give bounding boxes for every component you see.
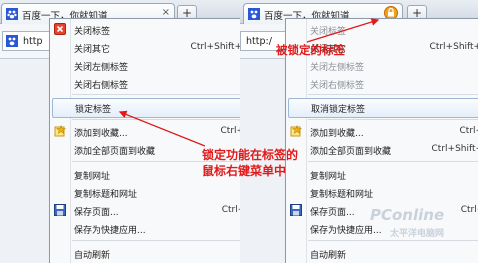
favorite-star-icon — [290, 125, 302, 137]
menu-separator — [72, 119, 240, 120]
tab-context-menu: 关闭标签 关闭其它 Ctrl+Shift+W 关闭左侧标签 关闭右侧标签 锁定标… — [49, 18, 240, 263]
menu-item-close-others[interactable]: 关闭其它 Ctrl+Shift+W — [50, 38, 240, 56]
menu-item-close-left[interactable]: 关闭左侧标签 — [50, 56, 240, 74]
watermark-sub: 太平洋电脑网 — [390, 229, 445, 239]
menu-item-auto-refresh[interactable]: 自动刷新 — [286, 244, 478, 262]
baidu-favicon-icon — [248, 8, 260, 20]
menu-item-auto-refresh[interactable]: 自动刷新 ▶ — [50, 244, 240, 262]
left-browser-pane: 百度一下，你就知道 × + http 关闭标签 关闭其它 Ctrl+Shift+ — [0, 0, 240, 263]
menu-item-copy-title-url[interactable]: 复制标题和网址 — [286, 183, 478, 201]
menu-item-add-favorite[interactable]: 添加到收藏... Ctrl+D — [286, 122, 478, 140]
menu-item-copy-url[interactable]: 复制网址 — [286, 165, 478, 183]
menu-item-save-as-app[interactable]: 保存为快捷应用... — [50, 219, 240, 237]
menu-item-close-tab[interactable]: 关闭标签 — [286, 20, 478, 38]
menu-item-lock-tab[interactable]: 锁定标签 — [52, 98, 240, 118]
tab-close-icon[interactable]: × — [162, 7, 170, 18]
url-text: http:/ — [246, 36, 272, 47]
floppy-disk-icon — [290, 204, 302, 216]
favorite-star-icon — [54, 125, 66, 137]
menu-separator — [72, 240, 240, 241]
annotation-menu-line2: 鼠标右键菜单中 — [202, 164, 287, 178]
menu-item-add-all-favorites[interactable]: 添加全部页面到收藏 Ctrl+Shift+D — [286, 140, 478, 158]
menu-item-copy-title-url[interactable]: 复制标题和网址 — [50, 183, 240, 201]
close-tab-icon — [54, 23, 66, 35]
menu-item-unlock-tab[interactable]: 取消锁定标签 — [288, 98, 478, 118]
menu-item-add-favorite[interactable]: 添加到收藏... Ctrl+D — [50, 122, 240, 140]
annotation-locked-tab: 被锁定的标签 — [276, 43, 345, 57]
menu-item-close-left[interactable]: 关闭左侧标签 — [286, 56, 478, 74]
baidu-favicon-icon — [6, 35, 18, 47]
menu-item-save-page[interactable]: 保存页面... Ctrl+S — [50, 201, 240, 219]
menu-separator — [308, 161, 478, 162]
right-browser-pane: 百度一下，你就知道 + http:/ 关闭标签 关闭其它 Ctrl+Shift+… — [240, 0, 478, 263]
menu-item-close-right[interactable]: 关闭右侧标签 — [50, 74, 240, 92]
menu-separator — [308, 240, 478, 241]
menu-item-close-tab[interactable]: 关闭标签 — [50, 20, 240, 38]
baidu-favicon-icon — [6, 8, 18, 20]
menu-item-close-right[interactable]: 关闭右侧标签 — [286, 74, 478, 92]
watermark-brand: PConline — [370, 206, 445, 224]
menu-separator — [308, 94, 478, 95]
menu-separator — [72, 94, 240, 95]
menu-separator — [308, 119, 478, 120]
annotation-menu-line1: 锁定功能在标签的 — [202, 148, 299, 162]
url-text: http — [23, 36, 43, 47]
floppy-disk-icon — [54, 204, 66, 216]
